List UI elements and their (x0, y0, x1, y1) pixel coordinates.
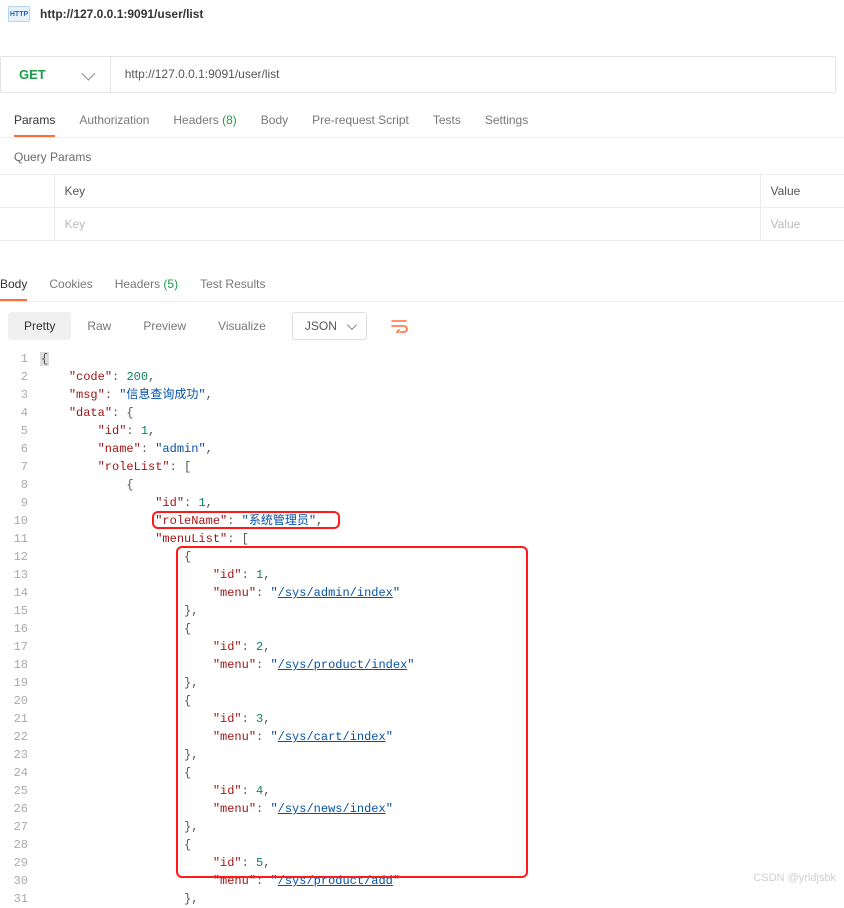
tab-params[interactable]: Params (14, 113, 55, 137)
request-row: GET http://127.0.0.1:9091/user/list (0, 56, 836, 93)
tab-tests[interactable]: Tests (433, 113, 461, 137)
query-params-title: Query Params (0, 138, 844, 174)
view-raw[interactable]: Raw (71, 312, 127, 340)
chevron-down-icon (347, 320, 357, 330)
qp-key-header: Key (54, 175, 760, 208)
table-row: Key Value (0, 208, 844, 241)
tab-header: HTTP http://127.0.0.1:9091/user/list (0, 0, 844, 28)
http-icon: HTTP (8, 6, 30, 22)
tab-title: http://127.0.0.1:9091/user/list (40, 7, 203, 21)
qp-value-header: Value (760, 175, 844, 208)
resp-tab-body[interactable]: Body (0, 277, 27, 301)
response-tabs: Body Cookies Headers (5) Test Results (0, 241, 844, 302)
view-visualize[interactable]: Visualize (202, 312, 282, 340)
method-selector[interactable]: GET (1, 57, 111, 92)
tab-settings[interactable]: Settings (485, 113, 528, 137)
tab-headers[interactable]: Headers (8) (173, 113, 236, 137)
view-pretty[interactable]: Pretty (8, 312, 71, 340)
qp-value-input[interactable]: Value (760, 208, 844, 241)
tab-prerequest[interactable]: Pre-request Script (312, 113, 409, 137)
qp-key-input[interactable]: Key (54, 208, 760, 241)
wrap-icon[interactable] (383, 313, 417, 339)
resp-tab-tests[interactable]: Test Results (200, 277, 265, 301)
resp-tab-headers[interactable]: Headers (5) (115, 277, 178, 301)
line-gutter: 1234567891011121314151617181920212223242… (0, 350, 40, 908)
view-preview[interactable]: Preview (127, 312, 202, 340)
tab-body[interactable]: Body (261, 113, 288, 137)
tab-authorization[interactable]: Authorization (79, 113, 149, 137)
view-row: Pretty Raw Preview Visualize JSON (0, 302, 844, 350)
url-input[interactable]: http://127.0.0.1:9091/user/list (111, 57, 835, 92)
chevron-down-icon (81, 66, 95, 80)
query-params-table: Key Value Key Value (0, 174, 844, 241)
resp-tab-cookies[interactable]: Cookies (49, 277, 92, 301)
format-select[interactable]: JSON (292, 312, 367, 340)
response-body[interactable]: 1234567891011121314151617181920212223242… (0, 350, 844, 908)
method-label: GET (19, 67, 46, 82)
request-tabs: Params Authorization Headers (8) Body Pr… (0, 99, 844, 138)
watermark: CSDN @yrldjsbk (753, 872, 836, 884)
format-label: JSON (305, 319, 337, 333)
